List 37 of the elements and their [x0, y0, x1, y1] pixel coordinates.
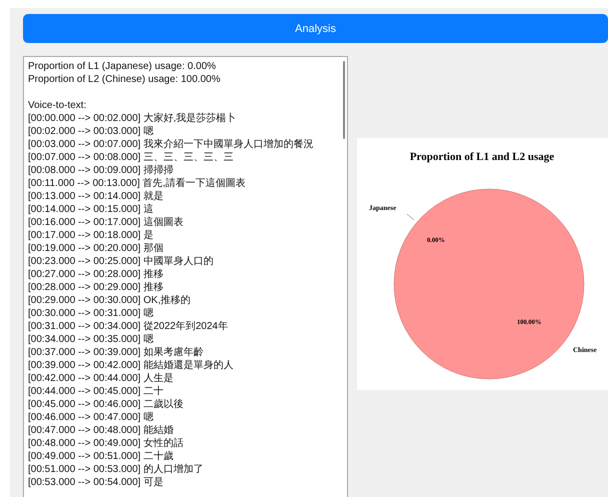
transcript-line: [00:51.000 --> 00:53.000] 的人口增加了	[28, 463, 204, 476]
transcript-line: [00:03.000 --> 00:07.000] 我來介紹一下中國單身人口增加的餐況	[28, 138, 314, 151]
analysis-button[interactable]: Analysis	[23, 14, 608, 43]
transcript-line: [00:19.000 --> 00:20.000] 那個	[28, 242, 164, 255]
transcript-heading: Voice-to-text:	[28, 99, 86, 112]
transcript-line: [00:08.000 --> 00:09.000] 掃掃掃	[28, 164, 174, 177]
proportion-text: Proportion of L2 (Chinese) usage: 100.00%	[28, 73, 220, 86]
transcript-line: [00:07.000 --> 00:08.000] 三、三、三、三、三	[28, 151, 234, 164]
transcript-line: [00:11.000 --> 00:13.000] 首先,請看一下這個圖表	[28, 177, 246, 190]
transcript-line: [00:34.000 --> 00:35.000] 嗯	[28, 333, 154, 346]
transcript-line: [00:47.000 --> 00:48.000] 能結婚	[28, 424, 174, 437]
transcript-line: [00:02.000 --> 00:03.000] 嗯	[28, 125, 154, 138]
transcript-line: [00:23.000 --> 00:25.000] 中國單身人口的	[28, 255, 214, 268]
transcript-line: [00:44.000 --> 00:45.000] 二十	[28, 385, 164, 398]
transcript-line: [00:28.000 --> 00:29.000] 推移	[28, 281, 164, 294]
transcript-line: [00:27.000 --> 00:28.000] 推移	[28, 268, 164, 281]
transcript-line: [00:14.000 --> 00:15.000] 這	[28, 203, 154, 216]
transcript-line: [00:48.000 --> 00:49.000] 女性的話	[28, 437, 184, 450]
transcript-line: [00:42.000 --> 00:44.000] 人生是	[28, 372, 174, 385]
chart-title: Proportion of L1 and L2 usage	[410, 151, 554, 163]
transcript-line: [00:16.000 --> 00:17.000] 這個圖表	[28, 216, 184, 229]
transcript-line: [00:46.000 --> 00:47.000] 嗯	[28, 411, 154, 424]
transcript-line: [00:37.000 --> 00:39.000] 如果考慮年齡	[28, 346, 204, 359]
transcript-line: [00:49.000 --> 00:51.000] 二十歲	[28, 450, 174, 463]
transcript-line: [00:13.000 --> 00:14.000] 就是	[28, 190, 164, 203]
transcript-line: [00:39.000 --> 00:42.000] 能結婚還是單身的人	[28, 359, 234, 372]
transcript-line: [00:17.000 --> 00:18.000] 是	[28, 229, 154, 242]
results-text-area[interactable]	[23, 56, 348, 497]
transcript-line: [00:31.000 --> 00:34.000] 從2022年到2024年	[28, 320, 228, 333]
transcript-line: [00:53.000 --> 00:54.000] 可是	[28, 476, 164, 489]
leader-line	[406, 214, 414, 220]
transcript-line: [00:29.000 --> 00:30.000] OK,推移的	[28, 294, 191, 307]
scrollbar-thumb[interactable]	[343, 61, 345, 139]
transcript-line: [00:45.000 --> 00:46.000] 二歲以後	[28, 398, 184, 411]
transcript-line: [00:00.000 --> 00:02.000] 大家好,我是莎莎楊卜	[28, 112, 236, 125]
transcript-line: [00:30.000 --> 00:31.000] 嗯	[28, 307, 154, 320]
proportion-text: Proportion of L1 (Japanese) usage: 0.00%	[28, 60, 216, 73]
